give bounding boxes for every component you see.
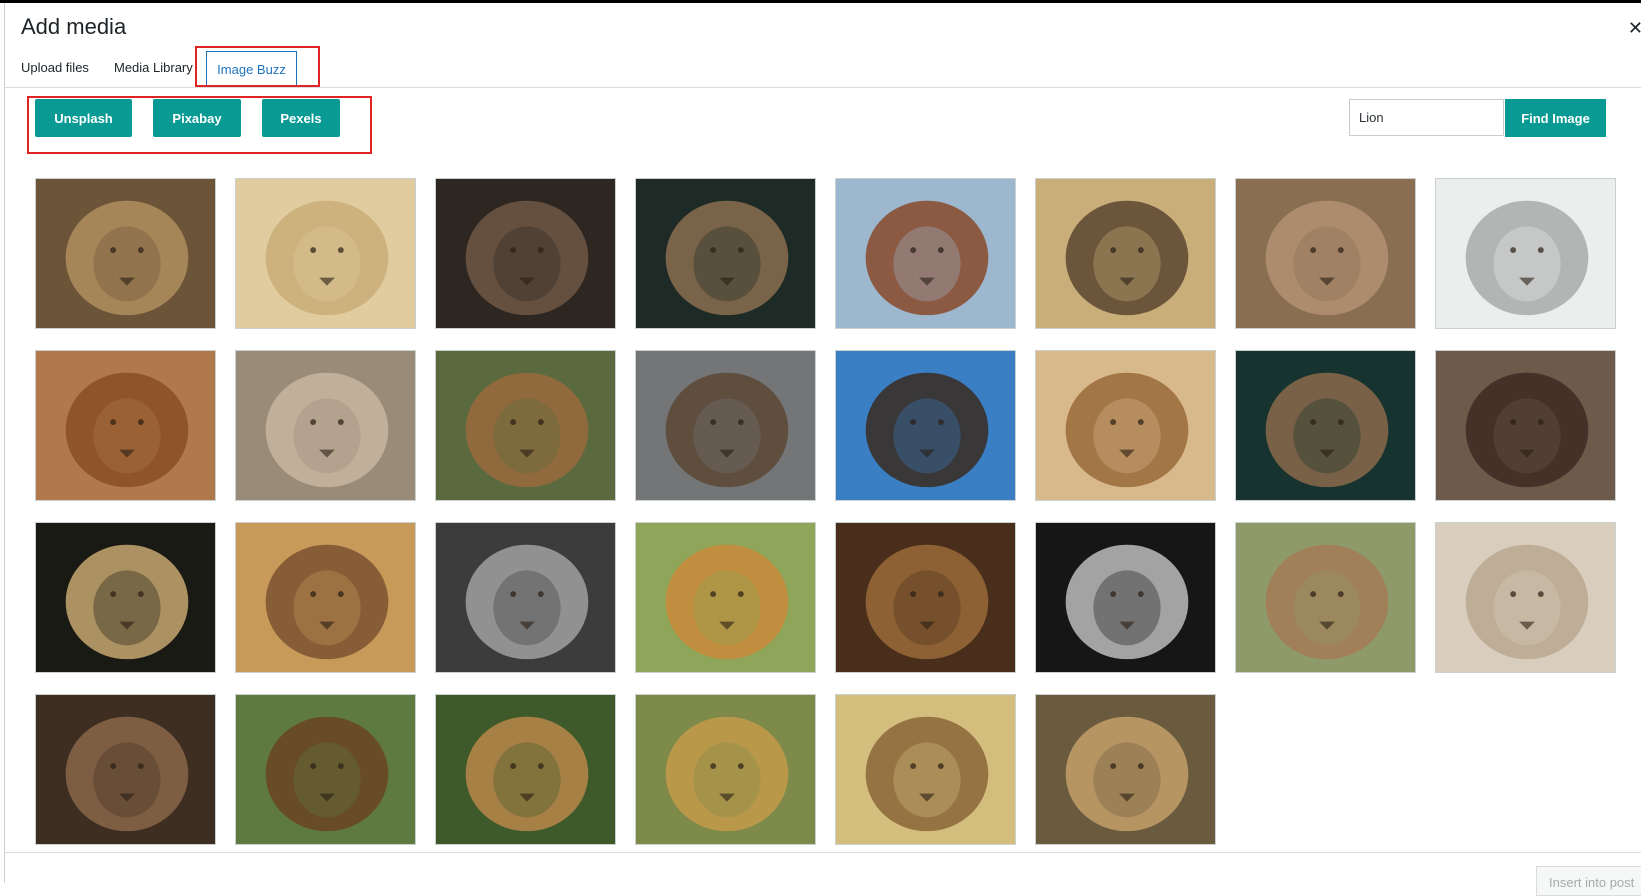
image-result[interactable]	[1035, 178, 1216, 329]
image-result[interactable]	[35, 522, 216, 673]
pexels-button[interactable]: Pexels	[262, 99, 340, 137]
top-border	[0, 0, 1641, 3]
image-result[interactable]	[835, 522, 1016, 673]
image-result[interactable]	[35, 694, 216, 845]
image-result[interactable]	[635, 694, 816, 845]
image-result[interactable]	[1435, 350, 1616, 501]
image-result[interactable]	[1035, 522, 1216, 673]
image-result[interactable]	[1035, 350, 1216, 501]
image-result[interactable]	[1235, 350, 1416, 501]
image-result[interactable]	[635, 178, 816, 329]
modal-title: Add media	[21, 14, 127, 39]
image-result[interactable]	[35, 350, 216, 501]
insert-into-post-button[interactable]: Insert into post	[1536, 866, 1641, 896]
tabs-divider	[5, 87, 1641, 88]
tab-media-library[interactable]: Media Library	[114, 60, 193, 75]
image-result[interactable]	[435, 178, 616, 329]
image-result[interactable]	[35, 178, 216, 329]
tab-upload-files[interactable]: Upload files	[21, 60, 89, 75]
image-result[interactable]	[635, 522, 816, 673]
pixabay-button[interactable]: Pixabay	[153, 99, 241, 137]
image-result[interactable]	[435, 522, 616, 673]
image-result[interactable]	[835, 178, 1016, 329]
image-result[interactable]	[235, 178, 416, 329]
image-result[interactable]	[1435, 522, 1616, 673]
image-result[interactable]	[635, 350, 816, 501]
tab-image-buzz[interactable]: Image Buzz	[206, 51, 297, 87]
image-result[interactable]	[435, 350, 616, 501]
image-result[interactable]	[1235, 178, 1416, 329]
image-result[interactable]	[235, 522, 416, 673]
unsplash-button[interactable]: Unsplash	[35, 99, 132, 137]
image-result[interactable]	[835, 350, 1016, 501]
find-image-button[interactable]: Find Image	[1505, 99, 1606, 137]
image-result[interactable]	[1435, 178, 1616, 329]
image-result[interactable]	[835, 694, 1016, 845]
close-icon[interactable]: ✕	[1628, 18, 1641, 39]
image-result[interactable]	[235, 694, 416, 845]
modal-left-edge	[4, 3, 5, 883]
image-result[interactable]	[1235, 522, 1416, 673]
image-result[interactable]	[435, 694, 616, 845]
footer-divider	[5, 852, 1641, 853]
image-result[interactable]	[1035, 694, 1216, 845]
image-result[interactable]	[235, 350, 416, 501]
search-input[interactable]	[1349, 99, 1504, 136]
